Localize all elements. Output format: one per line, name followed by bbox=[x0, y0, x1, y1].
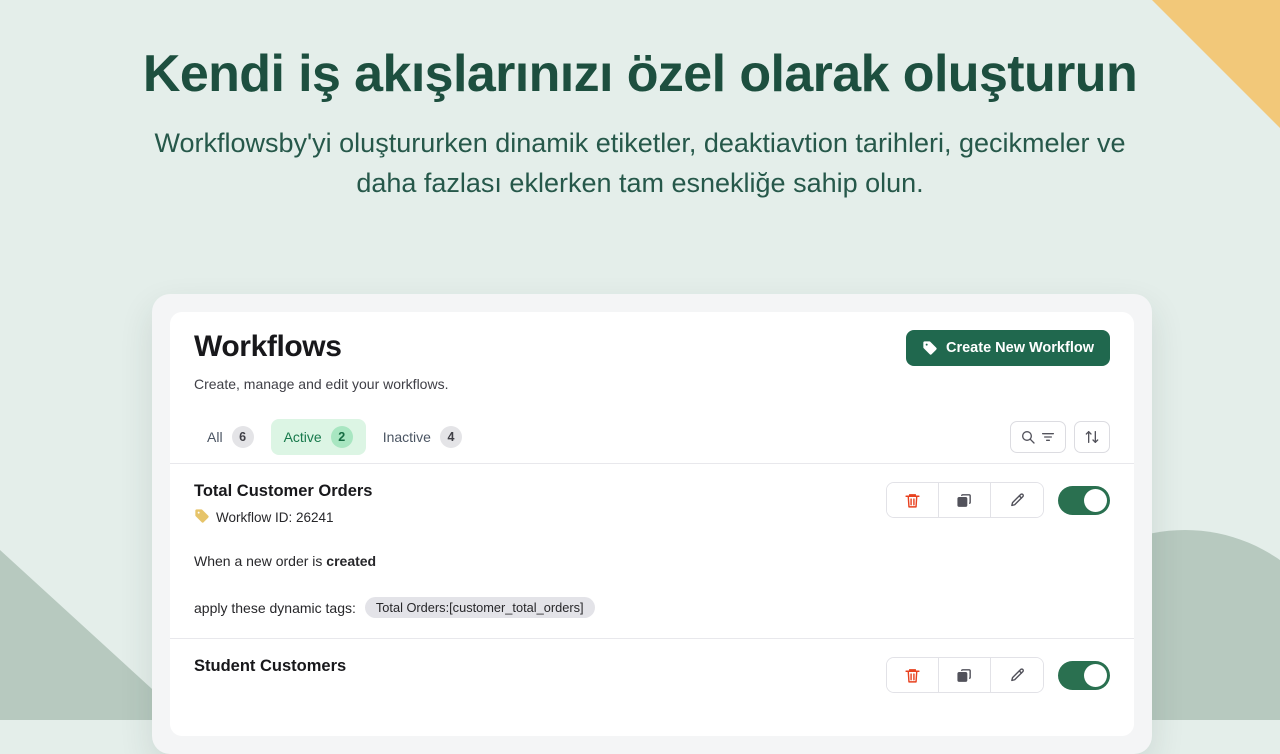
workflow-id: Workflow ID: 26241 bbox=[194, 508, 372, 527]
workflow-info: Student Customers bbox=[194, 657, 346, 676]
edit-workflow-button[interactable] bbox=[991, 658, 1043, 692]
workflow-active-toggle[interactable] bbox=[1058, 661, 1110, 690]
tab-inactive[interactable]: Inactive 4 bbox=[370, 419, 475, 455]
workflow-tag-chip[interactable]: Total Orders:[customer_total_orders] bbox=[365, 597, 595, 618]
edit-icon bbox=[1009, 667, 1026, 684]
workflows-description: Create, manage and edit your workflows. bbox=[194, 376, 448, 392]
sort-arrows-icon bbox=[1084, 429, 1100, 445]
workflow-active-toggle[interactable] bbox=[1058, 486, 1110, 515]
edit-icon bbox=[1009, 492, 1026, 509]
create-new-workflow-button[interactable]: Create New Workflow bbox=[906, 330, 1110, 366]
workflow-name: Total Customer Orders bbox=[194, 482, 372, 501]
workflow-action-group bbox=[886, 482, 1044, 518]
workflow-name: Student Customers bbox=[194, 657, 346, 676]
workflow-tags: apply these dynamic tags: Total Orders:[… bbox=[194, 597, 1110, 618]
status-tabs: All 6 Active 2 Inactive 4 bbox=[194, 419, 475, 455]
app-window-frame: Workflows Create, manage and edit your w… bbox=[152, 294, 1152, 754]
tab-inactive-count: 4 bbox=[440, 426, 462, 448]
workflow-action-group bbox=[886, 657, 1044, 693]
duplicate-icon bbox=[956, 492, 973, 509]
tag-icon bbox=[194, 508, 210, 527]
workflow-actions bbox=[886, 657, 1110, 693]
tab-active-count: 2 bbox=[331, 426, 353, 448]
toolbar-buttons bbox=[1010, 421, 1110, 453]
tab-all-label: All bbox=[207, 429, 223, 445]
hero-section: Kendi iş akışlarınızı özel olarak oluştu… bbox=[0, 0, 1280, 203]
tab-all[interactable]: All 6 bbox=[194, 419, 267, 455]
filter-lines-icon bbox=[1040, 429, 1056, 445]
duplicate-workflow-button[interactable] bbox=[939, 658, 991, 692]
tab-inactive-label: Inactive bbox=[383, 429, 431, 445]
card-header: Workflows Create, manage and edit your w… bbox=[170, 312, 1134, 392]
workflows-heading: Workflows bbox=[194, 330, 448, 364]
toggle-knob bbox=[1084, 664, 1107, 687]
search-icon bbox=[1020, 429, 1036, 445]
delete-workflow-button[interactable] bbox=[887, 658, 939, 692]
tab-active[interactable]: Active 2 bbox=[271, 419, 366, 455]
workflow-actions bbox=[886, 482, 1110, 518]
edit-workflow-button[interactable] bbox=[991, 483, 1043, 517]
workflow-row[interactable]: Total Customer Orders Workflow ID: 26241 bbox=[170, 464, 1134, 639]
workflow-row[interactable]: Student Customers bbox=[170, 639, 1134, 693]
create-new-workflow-label: Create New Workflow bbox=[946, 340, 1094, 356]
tab-all-count: 6 bbox=[232, 426, 254, 448]
toggle-knob bbox=[1084, 489, 1107, 512]
workflow-id-label: Workflow ID: 26241 bbox=[216, 510, 334, 525]
duplicate-icon bbox=[956, 667, 973, 684]
delete-icon bbox=[904, 492, 921, 509]
duplicate-workflow-button[interactable] bbox=[939, 483, 991, 517]
workflow-tags-label: apply these dynamic tags: bbox=[194, 600, 356, 616]
sort-button[interactable] bbox=[1074, 421, 1110, 453]
workflow-info: Total Customer Orders Workflow ID: 26241 bbox=[194, 482, 372, 527]
tab-active-label: Active bbox=[284, 429, 322, 445]
workflow-trigger: When a new order is created bbox=[194, 553, 1110, 569]
page-title: Kendi iş akışlarınızı özel olarak oluştu… bbox=[0, 46, 1280, 102]
workflow-trigger-event: created bbox=[326, 553, 376, 569]
tag-icon bbox=[922, 340, 938, 356]
delete-icon bbox=[904, 667, 921, 684]
workflow-trigger-prefix: When a new order is bbox=[194, 553, 322, 569]
page-subtitle: Workflowsby'yi oluştururken dinamik etik… bbox=[135, 124, 1145, 203]
filter-bar: All 6 Active 2 Inactive 4 bbox=[170, 410, 1134, 464]
workflows-card: Workflows Create, manage and edit your w… bbox=[170, 312, 1134, 736]
delete-workflow-button[interactable] bbox=[887, 483, 939, 517]
search-filter-button[interactable] bbox=[1010, 421, 1066, 453]
